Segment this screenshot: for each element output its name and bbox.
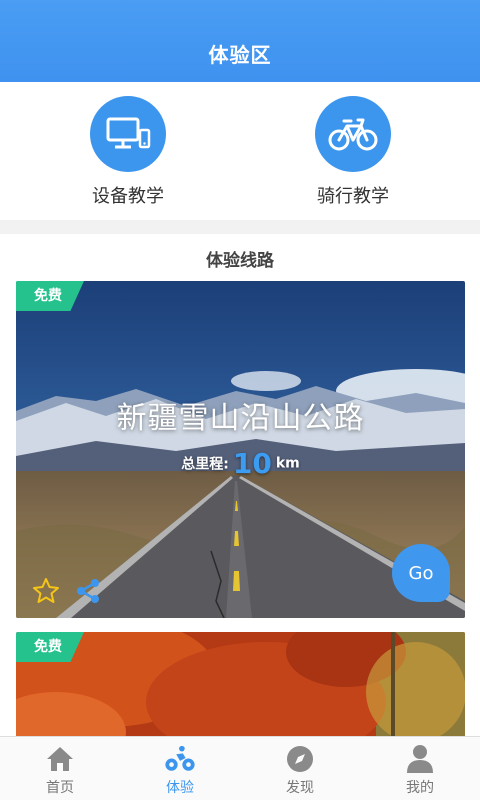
home-icon [44, 743, 76, 775]
device-teaching-button[interactable]: 设备教学 [48, 96, 208, 211]
routes-title: 体验线路 [206, 251, 274, 271]
tab-label-mine: 我的 [406, 780, 434, 796]
share-icon[interactable] [74, 577, 102, 605]
bottom-tab-bar: 首页 体验 发现 我的 [0, 736, 480, 800]
tab-label-discover: 发现 [286, 780, 314, 796]
cycling-icon [164, 743, 196, 775]
app-header: 体验区 [0, 0, 480, 82]
experience-routes-section: 体验线路 免费 新疆雪山沿山公路 总里程: 10 km Go 免费 [0, 234, 480, 736]
riding-teaching-label: 骑行教学 [317, 186, 389, 207]
device-monitor-phone-icon [90, 96, 166, 172]
distance-value: 10 [232, 447, 272, 480]
star-icon[interactable] [32, 577, 60, 605]
route-card[interactable]: 免费 [16, 632, 465, 736]
distance-unit: km [275, 455, 300, 472]
go-button[interactable]: Go [392, 544, 450, 602]
device-teaching-label: 设备教学 [92, 186, 164, 207]
teaching-section: 设备教学 骑行教学 [0, 82, 480, 220]
page-title: 体验区 [208, 43, 272, 67]
riding-teaching-button[interactable]: 骑行教学 [273, 96, 433, 211]
route-distance: 总里程: 10 km [16, 447, 465, 480]
tab-home[interactable]: 首页 [0, 737, 120, 800]
user-icon [404, 743, 436, 775]
tab-label-home: 首页 [46, 780, 74, 796]
route-scene-image [16, 632, 465, 736]
tab-mine[interactable]: 我的 [360, 737, 480, 800]
tab-discover[interactable]: 发现 [240, 737, 360, 800]
route-card[interactable]: 免费 新疆雪山沿山公路 总里程: 10 km Go [16, 281, 465, 618]
tab-experience[interactable]: 体验 [120, 737, 240, 800]
compass-icon [284, 743, 316, 775]
bicycle-icon [315, 96, 391, 172]
route-name: 新疆雪山沿山公路 [116, 401, 365, 436]
tab-label-experience: 体验 [166, 780, 194, 796]
distance-label: 总里程: [181, 456, 229, 473]
